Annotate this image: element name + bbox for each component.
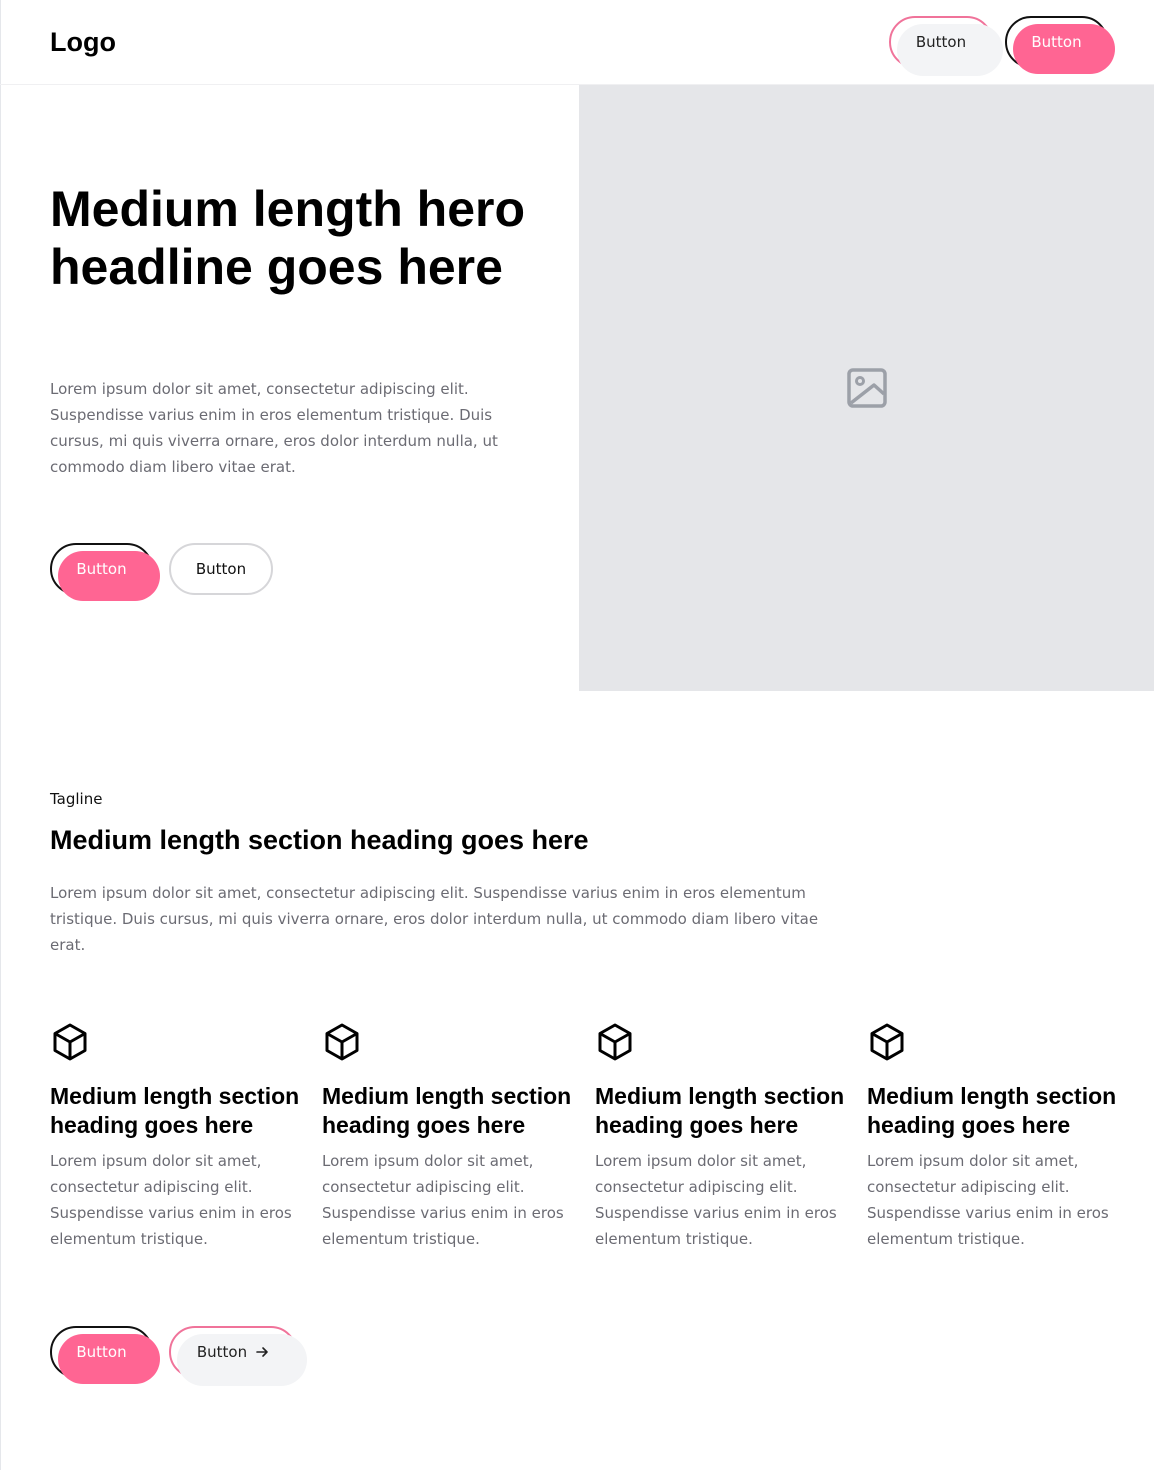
feature-heading: Medium length section heading goes here [322, 1083, 572, 1138]
hero-primary-button-label: Button [76, 560, 127, 578]
feature-text: Lorem ipsum dolor sit amet, consectetur … [50, 1152, 292, 1248]
section-secondary-button-label: Button [196, 1343, 248, 1361]
cube-icon [325, 1023, 359, 1061]
feature-heading: Medium length section heading goes here [595, 1083, 845, 1138]
feature-heading: Medium length section heading goes here [867, 1083, 1117, 1138]
feature-card: Medium length section heading goes here … [867, 1022, 1117, 1252]
feature-text: Lorem ipsum dolor sit amet, consectetur … [867, 1152, 1109, 1248]
section-heading: Medium length section heading goes here [50, 825, 589, 855]
feature-text: Lorem ipsum dolor sit amet, consectetur … [595, 1152, 837, 1248]
cube-icon [53, 1023, 87, 1061]
section-text: Lorem ipsum dolor sit amet, consectetur … [50, 884, 819, 954]
hero-headline: Medium length hero headline goes here [50, 181, 525, 295]
cube-icon [598, 1023, 632, 1061]
hero-image-placeholder [579, 85, 1154, 691]
nav-secondary-button-label: Button [915, 33, 967, 51]
cube-icon [870, 1023, 904, 1061]
hero-primary-button[interactable]: Button [50, 543, 160, 601]
page-edge [0, 0, 1, 1470]
feature-heading: Medium length section heading goes here [50, 1083, 300, 1138]
hero-secondary-button-label: Button [195, 560, 247, 578]
arrow-right-icon [256, 1347, 268, 1357]
section-primary-button[interactable]: Button [50, 1326, 160, 1384]
logo[interactable]: Logo [50, 24, 116, 60]
section-tagline: Tagline [50, 790, 103, 808]
feature-text: Lorem ipsum dolor sit amet, consectetur … [322, 1152, 564, 1248]
feature-card: Medium length section heading goes here … [595, 1022, 845, 1252]
navbar: Logo Button Button [0, 0, 1154, 85]
nav-primary-button-label: Button [1031, 33, 1082, 51]
feature-card: Medium length section heading goes here … [322, 1022, 572, 1252]
section-secondary-button[interactable]: Button [169, 1326, 307, 1386]
nav-primary-button[interactable]: Button [1005, 16, 1115, 74]
hero-text: Lorem ipsum dolor sit amet, consectetur … [50, 380, 498, 476]
image-placeholder-icon [846, 368, 887, 408]
hero-secondary-button[interactable]: Button [169, 543, 273, 595]
nav-secondary-button[interactable]: Button [889, 16, 1003, 76]
section-primary-button-label: Button [76, 1343, 127, 1361]
feature-card: Medium length section heading goes here … [50, 1022, 300, 1252]
